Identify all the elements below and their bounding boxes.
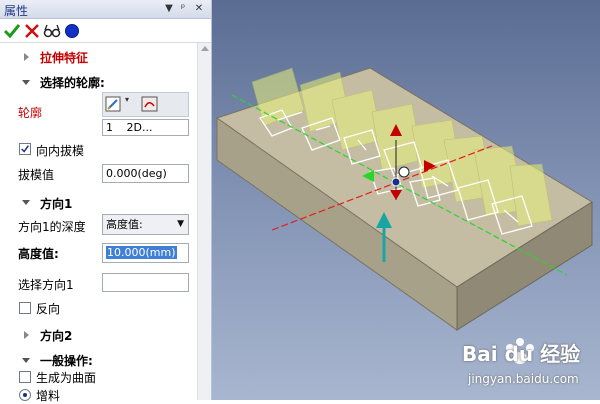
panel-titlebar: 属性 ▼ ᵖ ✕	[0, 0, 211, 19]
select-direction-label: 选择方向1	[18, 278, 74, 292]
inward-draft-label: 向内拔模	[36, 144, 85, 158]
profile-select-icon[interactable]	[141, 96, 159, 113]
depth-dropdown[interactable]: 高度值: ▼	[102, 214, 189, 235]
sketch-edit-icon[interactable]	[105, 96, 123, 113]
profile-value-field[interactable]: 1 2D...	[102, 119, 189, 136]
reverse-checkbox[interactable]	[19, 302, 31, 314]
profile-type: 2D...	[126, 121, 153, 134]
property-panel: 属性 ▼ ᵖ ✕ 拉伸特征 选择的轮廓: 轮廓 ▾ 1 2D... 向内拔模 拔…	[0, 0, 212, 403]
watermark-site: jingyan.baidu.com	[468, 372, 579, 386]
panel-toolbar	[0, 19, 211, 43]
direction2-header: 方向2	[40, 329, 73, 343]
inward-draft-checkbox[interactable]	[19, 143, 31, 155]
check-icon[interactable]	[3, 22, 21, 40]
radio-dot-icon	[23, 393, 27, 397]
panel-title: 属性	[4, 4, 29, 18]
height-label: 高度值:	[18, 247, 59, 261]
watermark-brand: Bai du 经验	[462, 342, 581, 366]
add-material-radio[interactable]	[19, 389, 31, 401]
general-ops-header: 一般操作:	[40, 354, 93, 368]
collapse-arrow-icon[interactable]	[24, 331, 29, 339]
check-mark-icon	[21, 145, 29, 153]
direction1-header: 方向1	[40, 197, 73, 211]
draft-value-input[interactable]: 0.000(deg)	[102, 164, 189, 183]
make-surface-checkbox[interactable]	[19, 371, 31, 383]
height-value-selected: 10.000(mm)	[106, 246, 177, 259]
expand-arrow-icon[interactable]	[22, 80, 30, 85]
manipulator-handle-icon	[398, 166, 410, 178]
x-icon[interactable]	[23, 22, 41, 40]
3d-viewport[interactable]: Bai du 经验 jingyan.baidu.com	[212, 0, 600, 400]
add-material-label: 增料	[36, 389, 61, 403]
reverse-label: 反向	[36, 302, 61, 316]
pin-icon[interactable]: ᵖ	[176, 1, 190, 17]
depth-label: 方向1的深度	[18, 220, 86, 234]
make-surface-label: 生成为曲面	[36, 371, 97, 385]
panel-scrollbar[interactable]	[197, 43, 211, 400]
glasses-icon[interactable]	[43, 22, 61, 40]
dropdown-arrow-icon[interactable]: ▼	[177, 215, 184, 234]
dropdown-arrow-icon[interactable]: ▾	[125, 95, 129, 104]
profile-index: 1	[106, 121, 113, 134]
height-value-input[interactable]: 10.000(mm)	[102, 243, 189, 263]
dropdown-icon[interactable]: ▼	[162, 1, 176, 17]
expand-arrow-icon[interactable]	[22, 200, 30, 205]
select-direction-field[interactable]	[102, 273, 189, 292]
scroll-up-icon[interactable]	[201, 46, 209, 51]
selected-profile-header: 选择的轮廓:	[40, 76, 105, 90]
origin-dot-icon	[391, 177, 401, 187]
blue-dot-icon[interactable]	[63, 22, 81, 40]
depth-value: 高度值:	[106, 218, 143, 231]
profile-label: 轮廓	[18, 106, 43, 120]
close-icon[interactable]: ✕	[192, 1, 206, 17]
profile-tool-group: ▾	[102, 92, 189, 117]
collapse-arrow-icon[interactable]	[24, 53, 29, 61]
feature-name: 拉伸特征	[40, 51, 89, 65]
expand-arrow-icon[interactable]	[22, 358, 30, 363]
draft-value-label: 拔模值	[18, 168, 55, 182]
